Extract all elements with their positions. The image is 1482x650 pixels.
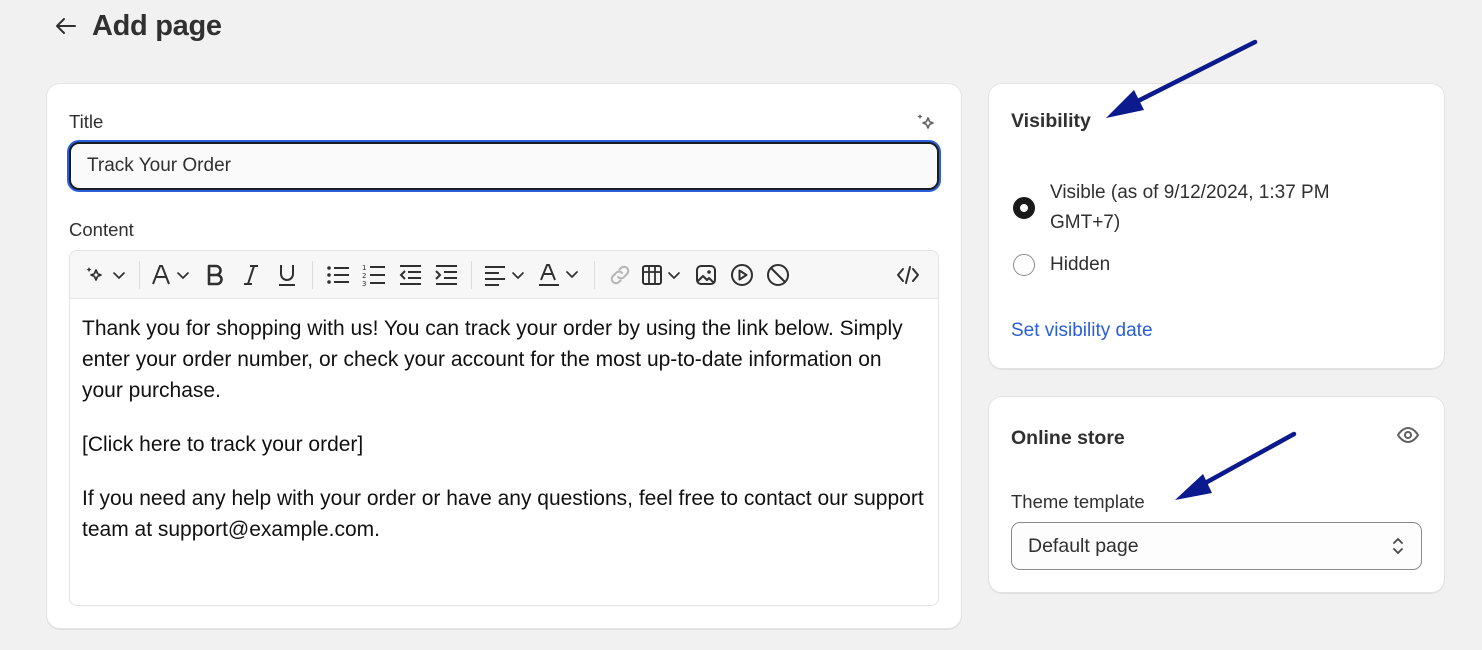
- svg-text:3: 3: [362, 280, 366, 287]
- numbered-list-icon: 1 2 3: [362, 264, 385, 287]
- numbered-list-button[interactable]: 1 2 3: [358, 259, 390, 291]
- theme-template-value: Default page: [1028, 534, 1139, 557]
- underline-icon: [279, 264, 295, 286]
- hidden-option[interactable]: Hidden: [1013, 250, 1110, 280]
- link-icon: [610, 265, 630, 284]
- toolbar-divider: [471, 260, 472, 289]
- align-icon: [485, 265, 524, 286]
- bold-icon: [207, 264, 223, 285]
- italic-icon: [244, 264, 258, 285]
- clear-formatting-button[interactable]: [762, 259, 794, 291]
- content-paragraph: If you need any help with your order or …: [82, 487, 924, 541]
- image-icon: [696, 264, 716, 285]
- code-icon: [897, 265, 919, 284]
- toolbar-divider: [312, 260, 313, 289]
- title-label: Title: [69, 111, 104, 132]
- visible-radio[interactable]: [1013, 197, 1035, 219]
- magic-icon: [86, 266, 125, 281]
- editor-content[interactable]: Thank you for shopping with us! You can …: [70, 299, 938, 545]
- content-paragraph: [Click here to track your order]: [82, 433, 364, 456]
- underline-button[interactable]: [271, 259, 303, 291]
- indent-button[interactable]: [430, 259, 462, 291]
- text-style-button[interactable]: [149, 259, 195, 291]
- annotation-arrow-icon: [1175, 431, 1297, 500]
- rich-text-editor: 1 2 3 Thank you for shopping with us! Yo…: [69, 250, 939, 606]
- insert-image-button[interactable]: [690, 259, 722, 291]
- svg-text:2: 2: [362, 272, 366, 280]
- link-button[interactable]: [604, 259, 636, 291]
- theme-template-select[interactable]: Default page: [1011, 522, 1422, 570]
- video-icon: [731, 263, 753, 286]
- magic-icon: [917, 114, 934, 129]
- visible-option-label: Visible (as of 9/12/2024, 1:37 PM GMT+7): [1050, 182, 1330, 233]
- bulleted-list-button[interactable]: [322, 259, 354, 291]
- eye-icon: [1397, 427, 1419, 443]
- table-icon: [642, 264, 680, 285]
- back-button[interactable]: [52, 12, 80, 40]
- show-html-button[interactable]: [890, 259, 926, 291]
- content-label: Content: [69, 219, 134, 240]
- content-paragraph: Thank you for shopping with us! You can …: [82, 317, 903, 402]
- insert-video-button[interactable]: [726, 259, 758, 291]
- italic-button[interactable]: [235, 259, 267, 291]
- hidden-option-label: Hidden: [1050, 254, 1111, 275]
- visibility-title: Visibility: [1011, 110, 1091, 132]
- annotation-arrow-icon: [1106, 39, 1258, 118]
- generate-text-button[interactable]: [84, 259, 130, 291]
- online-store-title: Online store: [1011, 427, 1125, 449]
- preview-button[interactable]: [1394, 421, 1422, 449]
- page-header: Add page: [52, 6, 222, 46]
- outdent-button[interactable]: [394, 259, 426, 291]
- editor-toolbar: 1 2 3: [70, 251, 938, 299]
- bulleted-list-icon: [327, 265, 349, 284]
- text-color-icon: [539, 263, 578, 286]
- text-style-icon: [152, 264, 189, 284]
- bold-button[interactable]: [199, 259, 231, 291]
- generate-title-button[interactable]: [913, 110, 939, 136]
- indent-icon: [435, 264, 457, 285]
- table-button[interactable]: [640, 259, 686, 291]
- svg-text:1: 1: [362, 264, 366, 272]
- clear-formatting-icon: [767, 263, 789, 286]
- visibility-card: Visibility Visible (as of 9/12/2024, 1:3…: [988, 83, 1445, 369]
- outdent-icon: [399, 264, 421, 285]
- hidden-radio[interactable]: [1013, 254, 1035, 276]
- page-title: Add page: [92, 9, 222, 42]
- toolbar-divider: [594, 260, 595, 289]
- title-input[interactable]: [69, 142, 939, 190]
- page-editor-card: Title Content: [46, 83, 962, 629]
- arrow-left-icon: [56, 18, 76, 34]
- visible-option[interactable]: Visible (as of 9/12/2024, 1:37 PM GMT+7): [1013, 178, 1380, 238]
- select-chevrons-icon: [1393, 538, 1403, 554]
- theme-template-label: Theme template: [1011, 491, 1145, 512]
- align-button[interactable]: [481, 259, 531, 291]
- text-color-button[interactable]: [535, 259, 585, 291]
- toolbar-divider: [139, 260, 140, 289]
- set-visibility-date-link[interactable]: Set visibility date: [1011, 320, 1153, 342]
